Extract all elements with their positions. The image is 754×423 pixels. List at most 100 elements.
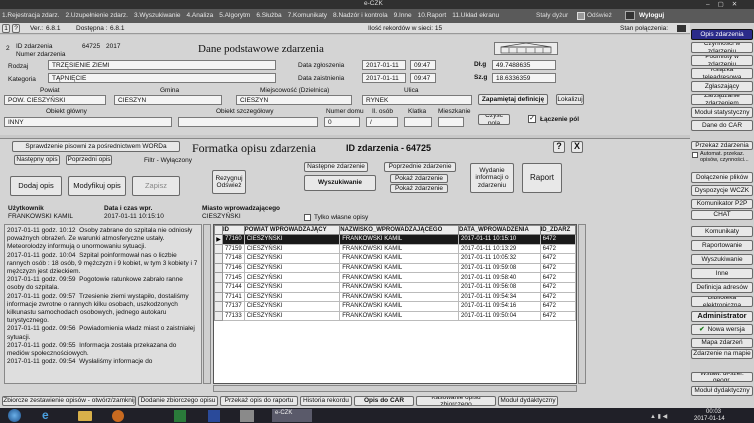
toolbar-one[interactable]: 1 [2, 24, 10, 33]
obiekt-szczegolowy-select[interactable] [178, 117, 318, 127]
menu-item-raport[interactable]: 10.Raport [418, 12, 447, 19]
wyszukiwanie-side-button[interactable]: Wyszukiwanie [691, 254, 753, 265]
col-data[interactable]: DATA_WPROWADZENIA [458, 225, 541, 235]
przekaz-zdarzenia-button[interactable]: Przekaz zdarzenia [691, 141, 753, 150]
table-row[interactable]: 77148 CIESZYŃSKI FRANKOWSKI KAMIL 2017-01-1… [214, 253, 576, 264]
tab-zbiorcze[interactable]: Zbiorcze zestawienie opisów - otwórz/zam… [2, 396, 136, 406]
nastepny-opis-button[interactable]: Następny opis [14, 155, 60, 165]
wyloguj-button[interactable]: Wyloguj [639, 12, 664, 19]
ie-icon[interactable]: e [42, 409, 56, 422]
dlg-field[interactable]: 49.7488635 [492, 60, 556, 70]
table-row[interactable]: 77145 CIESZYŃSKI FRANKOWSKI KAMIL 2017-01-1… [214, 272, 576, 283]
powiat-select[interactable]: POW. CIESZYŃSKI [4, 95, 106, 105]
ksiazka-button[interactable]: Książka teleadresowa [691, 68, 753, 79]
mieszkanie-field[interactable] [438, 117, 464, 127]
komunikator-button[interactable]: Komunikator P2P [691, 199, 753, 209]
menu-item-komunikaty[interactable]: 7.Komunikaty [288, 12, 327, 19]
rodzaj-select[interactable]: TRZĘSIENIE ZIEMI [48, 60, 276, 70]
window-controls[interactable]: –▢✕ [706, 0, 754, 9]
zgloszajacy-button[interactable]: Zgłaszający [691, 81, 753, 92]
row-selector[interactable] [214, 291, 223, 303]
menu-item-uzupelnienie[interactable]: 2.Uzupełnienie zdarz. [65, 12, 128, 19]
data-zaistnienia-field[interactable]: 2017-01-11 [362, 73, 406, 83]
menu-item-uklad[interactable]: 11.Układ ekranu [452, 12, 499, 19]
poprzednie-zdarzenie-button[interactable]: Poprzednie zdarzenie [384, 162, 456, 172]
komunikaty-button[interactable]: Komunikaty [691, 226, 753, 237]
menu-item-inne[interactable]: 9.Inne [394, 12, 412, 19]
folder-icon[interactable] [78, 411, 92, 421]
taskbar-app-eczk[interactable]: e-CZK [272, 409, 312, 422]
media-icon[interactable] [112, 410, 124, 422]
modul-statystyczny-button[interactable]: Moduł statystyczny [691, 107, 753, 118]
laczenie-checkbox[interactable]: ✓ [528, 115, 536, 123]
tab-modul-dydaktyczny[interactable]: Moduł dydaktyczny [498, 396, 558, 406]
il-osob-field[interactable]: / [366, 117, 398, 127]
szg-field[interactable]: 18.6336359 [492, 73, 556, 83]
tab-kasowanie[interactable]: Kasowanie opisu zbiorczego [416, 396, 496, 406]
word-icon[interactable] [208, 410, 220, 422]
modyfikuj-opis-button[interactable]: Modyfikuj opis [68, 176, 126, 196]
col-id-zdarz[interactable]: ID_ZDARZ [539, 225, 576, 235]
lokalizuj-button[interactable]: Lokalizuj [556, 94, 584, 105]
tab-opis-car[interactable]: Opis do CAR [354, 396, 414, 406]
modul-dydaktyczny-side-button[interactable]: Moduł dydaktyczny [691, 386, 753, 396]
tab-historia[interactable]: Historia rekordu [300, 396, 352, 406]
mapa-zdarzen-button[interactable]: Mapa zdarzeń [691, 338, 753, 348]
table-row[interactable]: ▶ 77160 CIESZYŃSKI FRANKOWSKI KAMIL 2017-01-… [214, 234, 576, 245]
podmioty-button[interactable]: Podmioty w zdarzeniu [691, 55, 753, 66]
menu-item-nadzor[interactable]: 8.Nadzór i kontrola [333, 12, 388, 19]
wstaw-geogr-button[interactable]: Wstaw. dł-szer. geogr. [691, 372, 753, 382]
row-selector[interactable] [214, 253, 223, 264]
menu-item-algorytm[interactable]: 5.Algorytm [219, 12, 250, 19]
nowa-wersja-button[interactable]: ✔ Nowa wersja [691, 324, 753, 335]
pokaz-zdarzenie-button-1[interactable]: Pokaż zdarzenie [390, 174, 448, 183]
staly-dyzur[interactable]: Stały dyżur [536, 12, 568, 19]
poprzedni-opis-button[interactable]: Poprzedni opis [66, 155, 112, 165]
table-row[interactable]: 77146 CIESZYŃSKI FRANKOWSKI KAMIL 2017-01-1… [214, 262, 576, 274]
chat-button[interactable]: CHAT [691, 210, 753, 220]
kategoria-select[interactable]: TĄPNIĘCIE [48, 73, 276, 83]
row-selector[interactable] [214, 281, 223, 293]
numer-domu-field[interactable]: 0 [324, 117, 360, 127]
table-row[interactable]: 77137 CIESZYŃSKI FRANKOWSKI KAMIL 2017-01-1… [214, 301, 576, 312]
opis-scrollbar[interactable] [203, 224, 211, 384]
miejscowosc-select[interactable]: CIESZYN [236, 95, 352, 105]
zapisz-button[interactable]: Zapisz [132, 176, 180, 196]
opis-textarea[interactable]: 2017-01-11 godz. 10:12 Osoby zabrane do … [4, 224, 202, 384]
row-selector[interactable] [214, 262, 223, 274]
dane-car-button[interactable]: Dane do CAR [691, 120, 753, 131]
network-app-icon[interactable] [240, 410, 254, 422]
pokaz-zdarzenie-button-2[interactable]: Pokaż zdarzenie [390, 184, 448, 193]
close-icon[interactable]: X [571, 141, 583, 153]
grid-scrollbar[interactable] [578, 224, 586, 384]
table-row[interactable]: 77133 CIESZYŃSKI FRANKOWSKI KAMIL 2017-01-1… [214, 310, 576, 322]
row-selector[interactable] [214, 310, 223, 322]
obiekt-glowny-select[interactable]: INNY [4, 117, 172, 127]
ulica-select[interactable]: RYNEK [362, 95, 472, 105]
czynnosci-button[interactable]: Czynności w zdarzeniu [691, 42, 753, 53]
zapamietaj-button[interactable]: Zapamiętaj definicję [478, 94, 548, 105]
zarzadzanie-button[interactable]: Zarządzanie zdarzeniem [691, 94, 753, 105]
dyspozycje-button[interactable]: Dyspozycje WCZK [691, 185, 753, 196]
grid-hscrollbar[interactable] [213, 385, 577, 392]
tab-dodanie-zbiorczego[interactable]: Dodanie zbiorczego opisu [138, 396, 218, 406]
row-selector[interactable] [214, 301, 223, 312]
definicja-adresow-button[interactable]: Definicja adresów [691, 282, 753, 293]
pisownia-button[interactable]: Sprawdzenie pisowni za pośrednictwem WOR… [12, 141, 180, 152]
administrator-button[interactable]: Administrator [691, 311, 753, 322]
row-selector[interactable] [214, 272, 223, 283]
opis-zdarzenia-button[interactable]: Opis zdarzenia [691, 29, 753, 40]
rezygnuj-button[interactable]: Rezygnuj Odśwież [212, 170, 246, 194]
raportowanie-button[interactable]: Raportowanie [691, 240, 753, 251]
col-nazwisko[interactable]: NAZWISKO_WPROWADZAJĄCEGO [339, 225, 459, 235]
biblioteka-button[interactable]: Biblioteka elektroniczna [691, 296, 753, 307]
col-powiat[interactable]: POWIAT WPROWADZAJĄCY [243, 225, 341, 235]
data-zgloszenia-field[interactable]: 2017-01-11 [362, 60, 406, 70]
opis-help-button[interactable]: ? [553, 141, 565, 153]
czas-zgloszenia-field[interactable]: 09:47 [410, 60, 436, 70]
dodaj-opis-button[interactable]: Dodaj opis [10, 176, 62, 196]
gmina-select[interactable]: CIESZYN [114, 95, 222, 105]
wyszukiwanie-button[interactable]: Wyszukiwanie [304, 175, 376, 191]
menu-item-analiza[interactable]: 4.Analiza [187, 12, 214, 19]
tylko-wlasne-checkbox[interactable] [304, 214, 311, 221]
